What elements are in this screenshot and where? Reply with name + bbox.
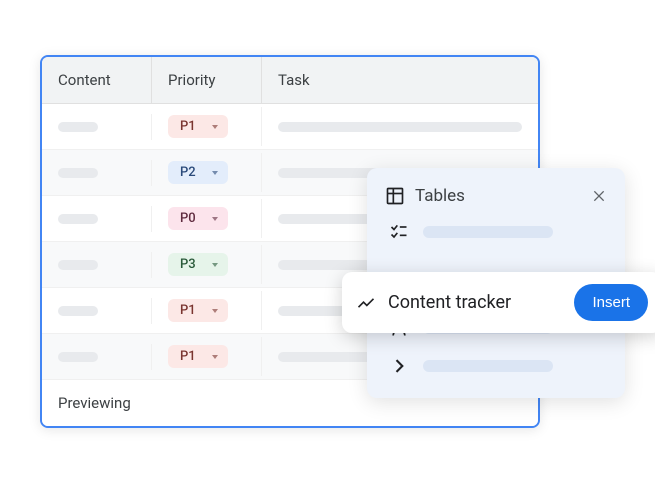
content-placeholder	[58, 352, 98, 362]
chevron-right-icon	[389, 356, 409, 376]
chevron-down-icon	[212, 263, 218, 267]
chevron-down-icon	[212, 217, 218, 221]
checklist-icon	[389, 222, 409, 242]
table-header-row: Content Priority Task	[42, 57, 538, 104]
column-header-task[interactable]: Task	[262, 57, 538, 103]
content-placeholder	[58, 214, 98, 224]
cell-content[interactable]	[42, 114, 152, 140]
cell-content[interactable]	[42, 206, 152, 232]
cell-content[interactable]	[42, 298, 152, 324]
priority-label: P3	[180, 257, 196, 272]
template-label: Content tracker	[388, 292, 562, 313]
column-header-content[interactable]: Content	[42, 57, 152, 103]
priority-chip[interactable]: P1	[168, 115, 228, 138]
priority-label: P1	[180, 349, 196, 364]
task-placeholder	[278, 122, 522, 132]
priority-label: P1	[180, 303, 196, 318]
cell-content[interactable]	[42, 344, 152, 370]
priority-chip[interactable]: P1	[168, 299, 228, 322]
chevron-down-icon	[212, 309, 218, 313]
table-row[interactable]: P1	[42, 104, 538, 150]
cell-priority[interactable]: P2	[152, 153, 262, 192]
priority-label: P0	[180, 211, 196, 226]
priority-chip[interactable]: P3	[168, 253, 228, 276]
priority-chip[interactable]: P1	[168, 345, 228, 368]
priority-chip[interactable]: P0	[168, 207, 228, 230]
panel-title: Tables	[415, 186, 465, 206]
cell-priority[interactable]: P1	[152, 337, 262, 376]
content-placeholder	[58, 122, 98, 132]
template-item-more[interactable]	[385, 356, 607, 376]
cell-priority[interactable]: P1	[152, 107, 262, 146]
cell-content[interactable]	[42, 252, 152, 278]
cell-priority[interactable]: P3	[152, 245, 262, 284]
insert-button[interactable]: Insert	[574, 284, 648, 321]
template-label-placeholder	[423, 226, 553, 238]
priority-chip[interactable]: P2	[168, 161, 228, 184]
template-item-content-tracker[interactable]: Content tracker Insert	[342, 272, 655, 333]
priority-label: P2	[180, 165, 196, 180]
chevron-down-icon	[212, 125, 218, 129]
content-placeholder	[58, 306, 98, 316]
close-icon[interactable]	[591, 188, 607, 204]
template-item-checklist[interactable]	[385, 222, 607, 242]
cell-task[interactable]	[262, 114, 538, 140]
template-label-placeholder	[423, 360, 553, 372]
table-icon	[385, 186, 405, 206]
column-header-priority[interactable]: Priority	[152, 57, 262, 103]
cell-priority[interactable]: P0	[152, 199, 262, 238]
chevron-down-icon	[212, 355, 218, 359]
cell-content[interactable]	[42, 160, 152, 186]
trend-icon	[356, 293, 376, 313]
cell-priority[interactable]: P1	[152, 291, 262, 330]
panel-header: Tables	[385, 186, 607, 206]
content-placeholder	[58, 168, 98, 178]
priority-label: P1	[180, 119, 196, 134]
chevron-down-icon	[212, 171, 218, 175]
content-placeholder	[58, 260, 98, 270]
